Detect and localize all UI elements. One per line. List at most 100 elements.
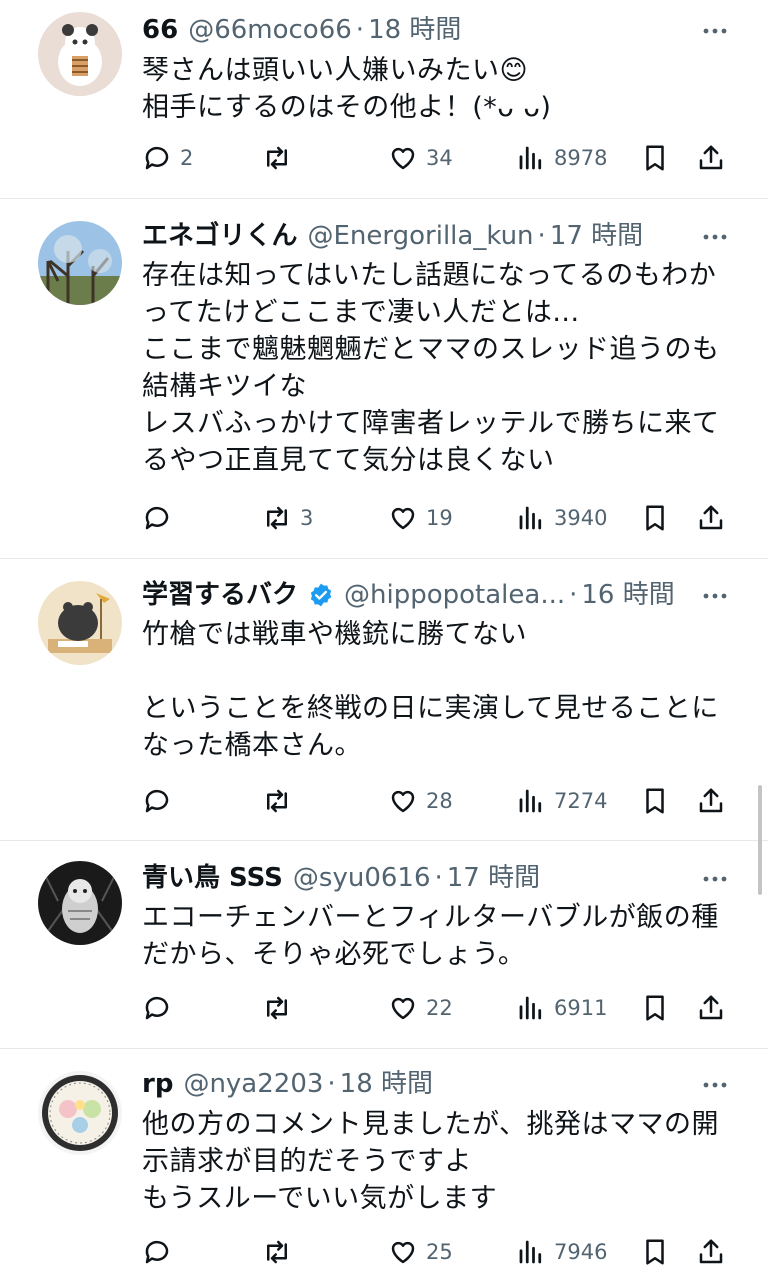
views-icon [519, 789, 542, 813]
share-icon [699, 145, 723, 170]
timestamp[interactable]: 17 時間 [447, 858, 540, 898]
views-icon [519, 996, 542, 1020]
display-name[interactable]: 青い鳥 SSS [142, 858, 283, 898]
timestamp[interactable]: 18 時間 [340, 1064, 433, 1104]
tweet-5[interactable]: rp @nya2203 · 18 時間 他の方のコメント見ましたが、挑発はママの… [0, 1049, 768, 1280]
share-button[interactable] [696, 496, 726, 540]
reply-button[interactable] [142, 496, 180, 540]
scrollbar[interactable] [758, 785, 762, 895]
tweet-text: 竹槍では戦車や機銃に勝てない ということを終戦の日に実演して見せることに なった… [142, 619, 719, 761]
like-button[interactable]: 25 [388, 1230, 453, 1274]
display-name[interactable]: エネゴリくん [142, 216, 297, 256]
tweet-1[interactable]: 66 @66moco66 · 18 時間 琴さんは頭いい人嫌いみたい😊 相手にす… [0, 0, 768, 198]
share-button[interactable] [696, 136, 726, 180]
more-icon[interactable] [700, 864, 730, 894]
like-icon [391, 997, 415, 1020]
views-count: 3940 [554, 506, 608, 530]
tweet-4[interactable]: 青い鳥 SSS @syu0616 · 17 時間 エコーチェンバーとフィルターバ… [0, 841, 768, 1048]
avatar[interactable] [38, 221, 122, 305]
action-bar: 3 19 3940 [142, 496, 732, 540]
user-handle[interactable]: @Energorilla_kun [307, 216, 533, 256]
action-bar: 22 6911 [142, 986, 732, 1030]
avatar-image [38, 1071, 122, 1155]
timestamp[interactable]: 18 時間 [368, 10, 461, 50]
avatar[interactable] [38, 12, 122, 96]
like-button[interactable]: 28 [388, 779, 453, 823]
like-button[interactable]: 19 [388, 496, 453, 540]
repost-button[interactable]: 3 [262, 496, 313, 540]
repost-count: 3 [300, 506, 314, 530]
share-button[interactable] [696, 1230, 726, 1274]
repost-button[interactable] [262, 986, 300, 1030]
like-count: 28 [426, 789, 453, 813]
reply-button[interactable] [142, 779, 180, 823]
like-count: 22 [426, 996, 453, 1020]
bookmark-button[interactable] [640, 136, 670, 180]
separator: · [434, 863, 443, 893]
repost-button[interactable] [262, 136, 300, 180]
reply-button[interactable]: 2 [142, 136, 193, 180]
bookmark-icon [646, 505, 664, 531]
separator: · [569, 580, 578, 610]
user-handle[interactable]: @syu0616 [293, 858, 431, 898]
avatar[interactable] [38, 581, 122, 665]
share-icon [699, 995, 723, 1020]
views-button[interactable]: 6911 [516, 986, 607, 1030]
display-name[interactable]: rp [142, 1064, 173, 1104]
tweet-header: エネゴリくん @Energorilla_kun · 17 時間 [142, 216, 643, 256]
user-handle[interactable]: @nya2203 [183, 1064, 323, 1104]
views-icon [519, 146, 542, 170]
views-button[interactable]: 7946 [516, 1230, 607, 1274]
share-button[interactable] [696, 779, 726, 823]
share-icon [699, 788, 723, 813]
bookmark-button[interactable] [640, 986, 670, 1030]
avatar-image [38, 581, 122, 665]
bookmark-icon [646, 788, 664, 814]
views-button[interactable]: 7274 [516, 779, 607, 823]
bookmark-icon [646, 995, 664, 1021]
reply-button[interactable] [142, 1230, 180, 1274]
views-button[interactable]: 3940 [516, 496, 607, 540]
reply-count: 2 [180, 146, 194, 170]
avatar-image [38, 12, 122, 96]
bookmark-button[interactable] [640, 496, 670, 540]
repost-button[interactable] [262, 779, 300, 823]
avatar[interactable] [38, 861, 122, 945]
user-handle[interactable]: @hippopotalea... [344, 575, 565, 615]
avatar-image [38, 221, 122, 305]
bookmark-button[interactable] [640, 1230, 670, 1274]
tweet-2[interactable]: エネゴリくん @Energorilla_kun · 17 時間 存在は知ってはい… [0, 199, 768, 558]
timestamp[interactable]: 16 時間 [581, 575, 674, 615]
views-button[interactable]: 8978 [516, 136, 607, 180]
repost-button[interactable] [262, 1230, 300, 1274]
tweet-text: 琴さんは頭いい人嫌いみたい😊 相手にするのはその他よ！(*ᴗ ᴗ) [142, 55, 552, 123]
bookmark-button[interactable] [640, 779, 670, 823]
like-icon [391, 507, 415, 530]
tweet-header: rp @nya2203 · 18 時間 [142, 1064, 433, 1104]
separator: · [327, 1069, 336, 1099]
more-icon[interactable] [700, 581, 730, 611]
timestamp[interactable]: 17 時間 [550, 216, 643, 256]
display-name[interactable]: 66 [142, 10, 178, 50]
user-handle[interactable]: @66moco66 [188, 10, 352, 50]
share-icon [699, 1239, 723, 1264]
like-icon [391, 147, 415, 170]
like-button[interactable]: 22 [388, 986, 453, 1030]
more-icon[interactable] [700, 16, 730, 46]
share-button[interactable] [696, 986, 726, 1030]
display-name[interactable]: 学習するバク [142, 575, 298, 615]
avatar-image [38, 861, 122, 945]
reply-icon [145, 146, 169, 170]
like-button[interactable]: 34 [388, 136, 453, 180]
more-icon[interactable] [700, 222, 730, 252]
views-count: 6911 [554, 996, 608, 1020]
reply-button[interactable] [142, 986, 180, 1030]
views-count: 7274 [554, 789, 608, 813]
more-icon[interactable] [700, 1070, 730, 1100]
separator: · [537, 221, 546, 251]
repost-icon [267, 1240, 287, 1264]
tweet-3[interactable]: 学習するバク @hippopotalea... · 16 時間 竹槍では戦車や機… [0, 559, 768, 840]
reply-icon [145, 789, 169, 813]
share-icon [699, 505, 723, 530]
avatar[interactable] [38, 1071, 122, 1155]
